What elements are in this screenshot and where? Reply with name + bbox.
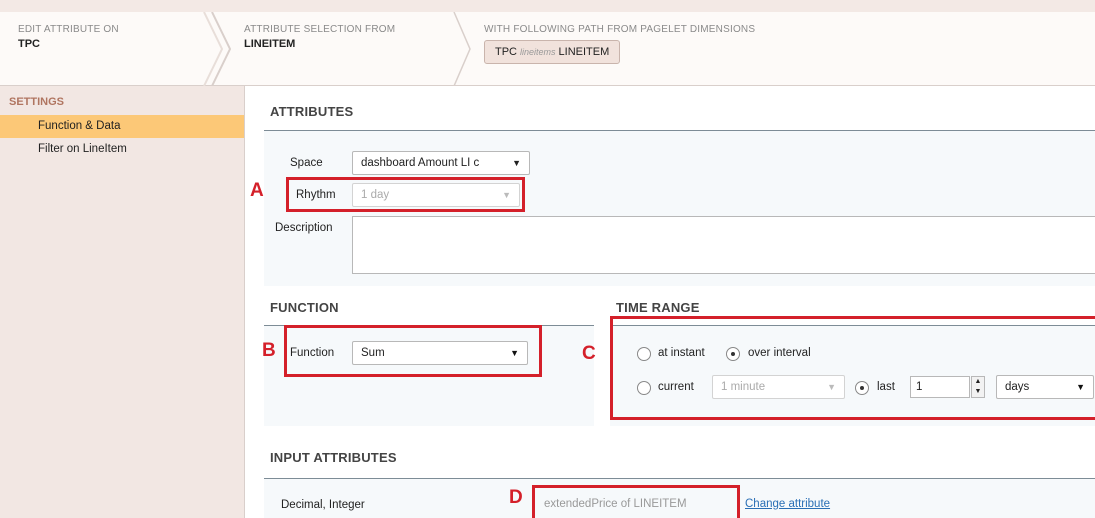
sidebar: SETTINGS Function & Data Filter on LineI… [0,86,245,518]
breadcrumb-separator-icon [453,12,471,86]
annotation-box-a [286,177,525,212]
annotation-marker-a: A [250,180,264,201]
annotation-marker-c: C [582,343,596,364]
crumb-caption: EDIT ATTRIBUTE ON [18,24,119,35]
path-start: TPC [495,46,517,58]
annotation-marker-b: B [262,340,276,361]
annotation-box-b [284,325,542,377]
breadcrumb: EDIT ATTRIBUTE ON TPC ATTRIBUTE SELECTIO… [0,0,1095,86]
page: EDIT ATTRIBUTE ON TPC ATTRIBUTE SELECTIO… [0,0,1095,518]
time-range-title: TIME RANGE [616,300,700,315]
space-label: Space [290,157,323,169]
attributes-title: ATTRIBUTES [270,104,354,119]
path-chip[interactable]: TPC lineitems LINEITEM [484,40,621,64]
input-type-label: Decimal, Integer [281,499,365,511]
description-field[interactable] [352,216,1095,274]
crumb-edit-attribute[interactable]: EDIT ATTRIBUTE ON TPC [18,24,119,50]
path-end: LINEITEM [558,46,610,58]
breadcrumb-separator-icon [203,12,232,86]
annotation-box-d [532,485,740,518]
crumb-caption: WITH FOLLOWING PATH FROM PAGELET DIMENSI… [484,24,756,35]
space-value: dashboard Amount LI c [361,157,480,169]
sidebar-item-filter-lineitem[interactable]: Filter on LineItem [0,138,244,161]
chevron-down-icon: ▼ [512,158,521,168]
description-label: Description [275,222,333,234]
crumb-value: TPC [18,38,40,50]
path-mid: lineitems [520,47,556,57]
input-attributes-title: INPUT ATTRIBUTES [270,450,397,465]
crumb-caption: ATTRIBUTE SELECTION FROM [244,24,396,35]
crumb-path: WITH FOLLOWING PATH FROM PAGELET DIMENSI… [484,24,755,64]
annotation-marker-d: D [509,487,523,508]
space-select[interactable]: dashboard Amount LI c ▼ [352,151,530,175]
function-title: FUNCTION [270,300,339,315]
annotation-box-c [610,316,1095,420]
change-attribute-link[interactable]: Change attribute [745,498,830,510]
sidebar-item-function-data[interactable]: Function & Data [0,115,244,138]
crumb-value: LINEITEM [244,38,296,50]
sidebar-heading: SETTINGS [9,96,65,108]
crumb-attribute-selection[interactable]: ATTRIBUTE SELECTION FROM LINEITEM [244,24,395,50]
